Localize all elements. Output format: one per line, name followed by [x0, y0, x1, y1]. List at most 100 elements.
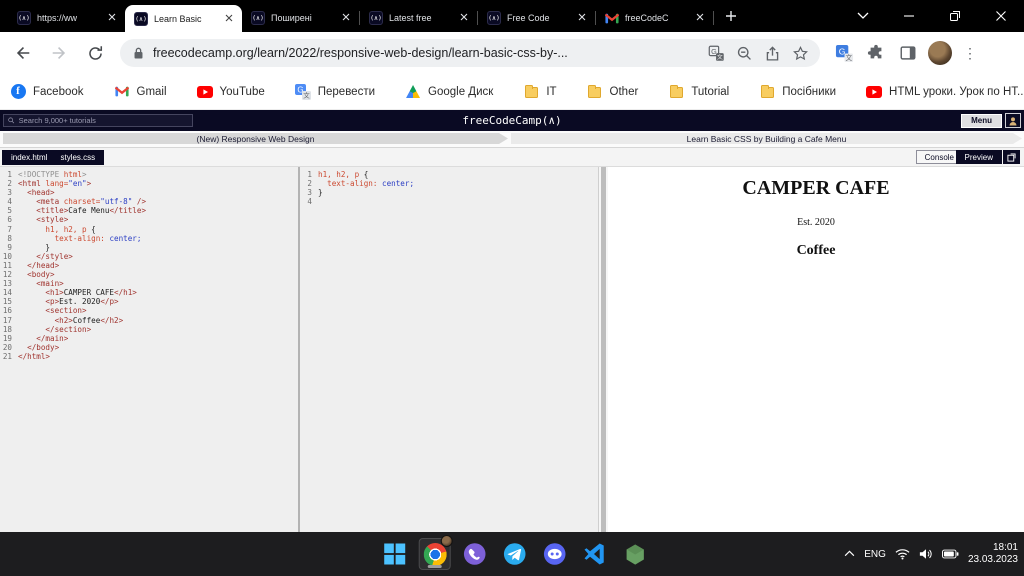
browser-tab[interactable]: (∧) Free Code: [478, 4, 595, 32]
taskbar-node-button[interactable]: [619, 538, 651, 570]
browser-tab[interactable]: (∧) https://ww: [8, 4, 125, 32]
taskbar-viber-button[interactable]: [459, 538, 491, 570]
tab-close-icon[interactable]: [457, 11, 471, 25]
close-button[interactable]: [978, 0, 1024, 32]
preview-window-button[interactable]: [1003, 150, 1020, 164]
tab-close-icon[interactable]: [339, 11, 353, 25]
extensions-button[interactable]: [864, 41, 888, 65]
translate-extension-button[interactable]: G文: [832, 41, 856, 65]
code-line[interactable]: 20 </body>: [0, 343, 298, 352]
code-line[interactable]: 4 <meta charset="utf-8" />: [0, 197, 298, 206]
bookmark-item[interactable]: HTML уроки. Урок по НТ...: [866, 84, 1024, 100]
bookmark-star-button[interactable]: [790, 43, 810, 63]
code-line[interactable]: 3 <head>: [0, 188, 298, 197]
code-line[interactable]: 9 }: [0, 243, 298, 252]
battery-icon[interactable]: [941, 549, 959, 559]
bookmark-item[interactable]: G 文 Перевести: [294, 83, 375, 100]
chrome-profile-badge: [440, 535, 453, 547]
browser-tab[interactable]: freeCodeC: [596, 4, 713, 32]
tab-index-html[interactable]: index.html: [11, 153, 47, 162]
taskbar-start-button[interactable]: [379, 538, 411, 570]
address-bar[interactable]: freecodecamp.org/learn/2022/responsive-w…: [120, 39, 820, 67]
code-line[interactable]: 7 h1, h2, p {: [0, 225, 298, 234]
taskbar-telegram-button[interactable]: [499, 538, 531, 570]
restore-button[interactable]: [932, 0, 978, 32]
url-text[interactable]: freecodecamp.org/learn/2022/responsive-w…: [153, 46, 698, 60]
bookmark-item[interactable]: Посібники: [759, 84, 836, 100]
forward-button[interactable]: [46, 40, 72, 66]
wifi-icon[interactable]: [895, 548, 910, 560]
code-text: <style>: [18, 215, 69, 225]
zoom-out-button[interactable]: [734, 43, 754, 63]
clock[interactable]: 18:01 23.03.2023: [968, 542, 1018, 566]
back-button[interactable]: [10, 40, 36, 66]
profile-avatar[interactable]: [928, 41, 952, 65]
new-tab-button[interactable]: [718, 3, 744, 29]
code-line[interactable]: 17 <h2>Coffee</h2>: [0, 316, 298, 325]
code-line[interactable]: 8 text-align: center;: [0, 234, 298, 243]
minimize-button[interactable]: [886, 0, 932, 32]
browser-menu-button[interactable]: ⋮: [960, 45, 980, 62]
tab-close-icon[interactable]: [222, 12, 236, 26]
code-line[interactable]: 2 text-align: center;: [300, 179, 598, 188]
code-line[interactable]: 1 <!DOCTYPE html>: [0, 170, 298, 179]
fcc-menu-button[interactable]: Menu: [961, 113, 1002, 128]
code-line[interactable]: 14 <h1>CAMPER CAFE</h1>: [0, 288, 298, 297]
tab-close-icon[interactable]: [105, 11, 119, 25]
tray-chevron-button[interactable]: [844, 549, 855, 560]
code-line[interactable]: 19 </main>: [0, 334, 298, 343]
preview-button[interactable]: Preview: [955, 150, 1002, 164]
bookmark-item[interactable]: Other: [587, 84, 638, 100]
bookmark-item[interactable]: f Facebook: [10, 84, 84, 100]
bookmark-item[interactable]: Gmail: [114, 84, 167, 100]
code-line[interactable]: 1 h1, h2, p {: [300, 170, 598, 179]
css-editor-pane[interactable]: 1 h1, h2, p {2 text-align: center; 3} 4: [298, 167, 598, 532]
code-line[interactable]: 18 </section>: [0, 325, 298, 334]
tab-close-icon[interactable]: [575, 11, 589, 25]
bookmark-item[interactable]: Google Диск: [405, 84, 493, 100]
code-line[interactable]: 3}: [300, 188, 598, 197]
code-line[interactable]: 16 <section>: [0, 306, 298, 315]
code-line[interactable]: 5 <title>Cafe Menu</title>: [0, 206, 298, 215]
line-number: 20: [2, 342, 12, 352]
code-line[interactable]: 15 <p>Est. 2020</p>: [0, 297, 298, 306]
code-line[interactable]: 11 </head>: [0, 261, 298, 270]
fcc-user-button[interactable]: [1005, 113, 1021, 128]
vscode-icon: [584, 543, 604, 565]
code-line[interactable]: 12 <body>: [0, 270, 298, 279]
code-text: <!DOCTYPE html>: [18, 170, 87, 179]
scrollbar-thumb[interactable]: [601, 167, 606, 532]
tab-styles-css[interactable]: styles.css: [60, 153, 95, 162]
bookmark-item[interactable]: IT: [523, 84, 557, 100]
language-indicator[interactable]: ENG: [864, 549, 886, 560]
code-line[interactable]: 10 </style>: [0, 252, 298, 261]
taskbar-chrome-button[interactable]: [418, 535, 453, 570]
code-line[interactable]: 2 <html lang="en">: [0, 179, 298, 188]
facebook-icon: f: [10, 84, 26, 99]
code-line[interactable]: 4: [300, 197, 598, 206]
minimize-icon: [904, 15, 914, 17]
browser-tab[interactable]: (∧) Latest free: [360, 4, 477, 32]
browser-tab[interactable]: (∧) Learn Basic: [125, 5, 242, 32]
code-line[interactable]: 13 <main>: [0, 279, 298, 288]
side-panel-button[interactable]: [896, 41, 920, 65]
editor-scrollbar[interactable]: [598, 167, 608, 532]
share-button[interactable]: [762, 43, 782, 63]
telegram-icon: [503, 543, 526, 565]
reload-button[interactable]: [82, 40, 108, 66]
breadcrumb-superblock[interactable]: (New) Responsive Web Design: [3, 133, 508, 144]
tab-close-icon[interactable]: [693, 11, 707, 25]
bookmark-item[interactable]: Tutorial: [668, 84, 729, 100]
code-line[interactable]: 21 </html>: [0, 352, 298, 361]
translate-page-button[interactable]: G文: [706, 43, 726, 63]
taskbar-discord-button[interactable]: [539, 538, 571, 570]
bookmark-item[interactable]: YouTube: [196, 84, 265, 100]
taskbar-vscode-button[interactable]: [579, 538, 611, 570]
tab-search-button[interactable]: [840, 0, 886, 32]
folder-icon: [523, 84, 539, 100]
html-editor-pane[interactable]: 1 <!DOCTYPE html> 2 <html lang="en"> 3 <head…: [0, 167, 298, 532]
code-line[interactable]: 6 <style>: [0, 215, 298, 224]
breadcrumb-block[interactable]: Learn Basic CSS by Building a Cafe Menu: [511, 133, 1022, 144]
volume-icon[interactable]: [919, 548, 933, 560]
browser-tab[interactable]: (∧) Поширені: [242, 4, 359, 32]
